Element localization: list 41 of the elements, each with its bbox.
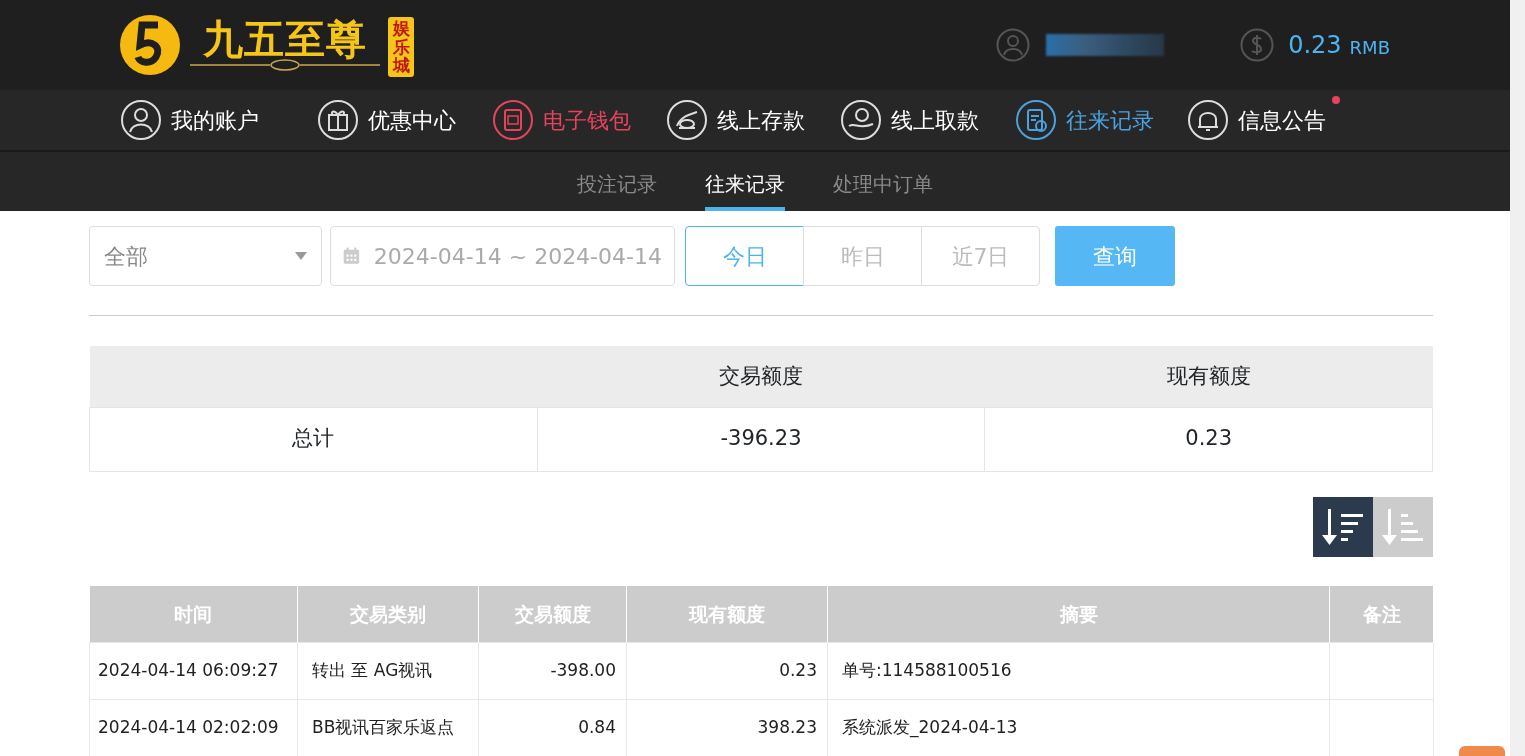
nav-item[interactable]: 电子钱包	[493, 100, 631, 140]
wallet-icon	[493, 100, 533, 140]
person-icon	[121, 100, 161, 140]
table-cell: 单号:114588100516	[827, 642, 1330, 700]
balance-amount: 0.23	[1288, 30, 1342, 61]
table-cell: 0.23	[626, 642, 828, 700]
clipboard-clock-icon	[1016, 100, 1056, 140]
table-cell: 2024-04-14 06:09:27	[89, 642, 298, 700]
caret-icon	[295, 252, 307, 260]
logo-title: 九五至尊	[203, 19, 367, 59]
gift-icon	[318, 100, 358, 140]
logo-icon	[118, 13, 182, 77]
type-select[interactable]: 全部	[89, 226, 322, 286]
table-cell: 0.23	[984, 407, 1433, 471]
nav-item[interactable]: 信息公告	[1188, 100, 1326, 140]
table-cell: -398.00	[478, 642, 627, 700]
column-header: 现有额度	[1166, 363, 1251, 388]
nav-item[interactable]: 优惠中心	[318, 100, 456, 140]
nav-item[interactable]: 我的账户	[121, 100, 259, 140]
sort-descending-button[interactable]	[1313, 496, 1373, 557]
sub-tab[interactable]: 往来记录	[705, 169, 785, 211]
date-range-field[interactable]: 2024-04-14 ~ 2024-04-14	[330, 226, 675, 286]
dollar-icon	[1240, 28, 1275, 62]
column-header: 交易额度	[719, 363, 803, 388]
table-cell: 转出 至 AG视讯	[297, 642, 479, 700]
period-button[interactable]: 今日	[685, 226, 804, 286]
row-label: 总计	[89, 407, 538, 471]
table-cell: -396.23	[537, 407, 985, 471]
nav-item[interactable]: 往来记录	[1016, 100, 1154, 140]
logo-badge: 娱乐城	[388, 16, 414, 78]
bell-icon	[1188, 100, 1228, 140]
currency-label: RMB	[1349, 35, 1390, 60]
scrollbar[interactable]	[1510, 0, 1525, 756]
table-cell: 2024-04-14 02:02:09	[89, 699, 298, 756]
user-icon[interactable]	[996, 28, 1031, 62]
sub-tab[interactable]: 投注记录	[577, 169, 657, 211]
sub-tab[interactable]: 处理中订单	[833, 169, 933, 211]
nav-item[interactable]: 线上存款	[667, 100, 805, 140]
floating-widget[interactable]	[1459, 746, 1505, 756]
query-button[interactable]: 查询	[1055, 226, 1175, 286]
nav-item[interactable]: 线上取款	[841, 100, 979, 140]
